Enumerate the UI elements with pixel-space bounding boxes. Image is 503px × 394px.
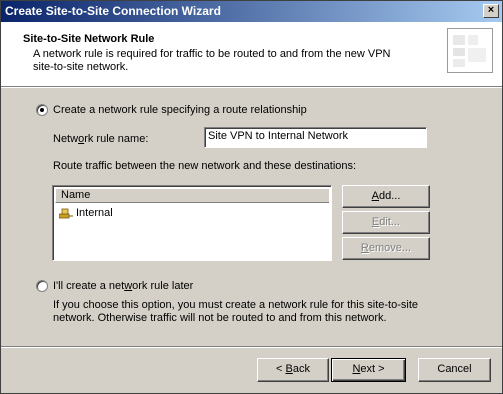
title-bar: Create Site-to-Site Connection Wizard × [1, 1, 502, 22]
rule-name-label-a: Netw [53, 133, 79, 145]
create-later-label-b: ork rule later [132, 280, 194, 292]
wizard-banner-icon [447, 28, 493, 73]
rule-name-input[interactable]: Site VPN to Internal Network [204, 127, 427, 148]
destinations-list[interactable]: Name Internal [52, 185, 332, 261]
network-icon [58, 208, 73, 219]
create-rule-label[interactable]: Create a network rule specifying a route… [53, 104, 307, 116]
back-button-accel: B [285, 363, 293, 375]
edit-button[interactable]: Edit... [342, 211, 430, 234]
destinations-label: Route traffic between the new network an… [53, 160, 357, 172]
rule-name-label-b: rk rule name: [84, 133, 149, 145]
create-later-label-a: I'll create a net [53, 280, 125, 292]
next-button-label: ext > [360, 363, 385, 375]
add-button-accel: A [371, 190, 379, 202]
back-button[interactable]: < Back [257, 358, 329, 382]
create-later-label-accel: w [124, 280, 133, 292]
add-button-label: dd... [378, 190, 401, 202]
edit-button-label: dit... [379, 216, 401, 228]
create-later-description: If you choose this option, you must crea… [53, 299, 419, 324]
footer-divider-highlight [1, 347, 502, 348]
page-subtitle: A network rule is required for traffic t… [33, 48, 391, 73]
header-divider [1, 87, 502, 88]
list-item[interactable]: Internal [58, 206, 113, 220]
remove-button[interactable]: Remove... [342, 237, 430, 260]
remove-button-accel: R [360, 242, 369, 254]
back-button-prefix: < [276, 363, 286, 375]
wizard-header: Site-to-Site Network Rule A network rule… [1, 22, 502, 87]
add-button[interactable]: Add... [342, 185, 430, 208]
window-title: Create Site-to-Site Connection Wizard [5, 4, 221, 18]
list-item-label: Internal [76, 207, 113, 219]
create-later-label[interactable]: I'll create a network rule later [53, 280, 193, 292]
rule-name-label: Network rule name: [53, 133, 148, 145]
page-title: Site-to-Site Network Rule [23, 33, 155, 45]
create-later-radio[interactable] [36, 280, 48, 292]
remove-button-label: emove... [368, 242, 412, 254]
create-rule-label-text: Create a network rule specifying a route… [53, 104, 307, 116]
create-rule-radio[interactable] [36, 104, 48, 116]
wizard-window: Create Site-to-Site Connection Wizard × … [0, 0, 503, 394]
close-icon[interactable]: × [483, 4, 499, 18]
next-button[interactable]: Next > [331, 358, 406, 382]
cancel-button[interactable]: Cancel [418, 358, 491, 382]
back-button-label: ack [292, 363, 310, 375]
name-column-header[interactable]: Name [55, 188, 329, 203]
